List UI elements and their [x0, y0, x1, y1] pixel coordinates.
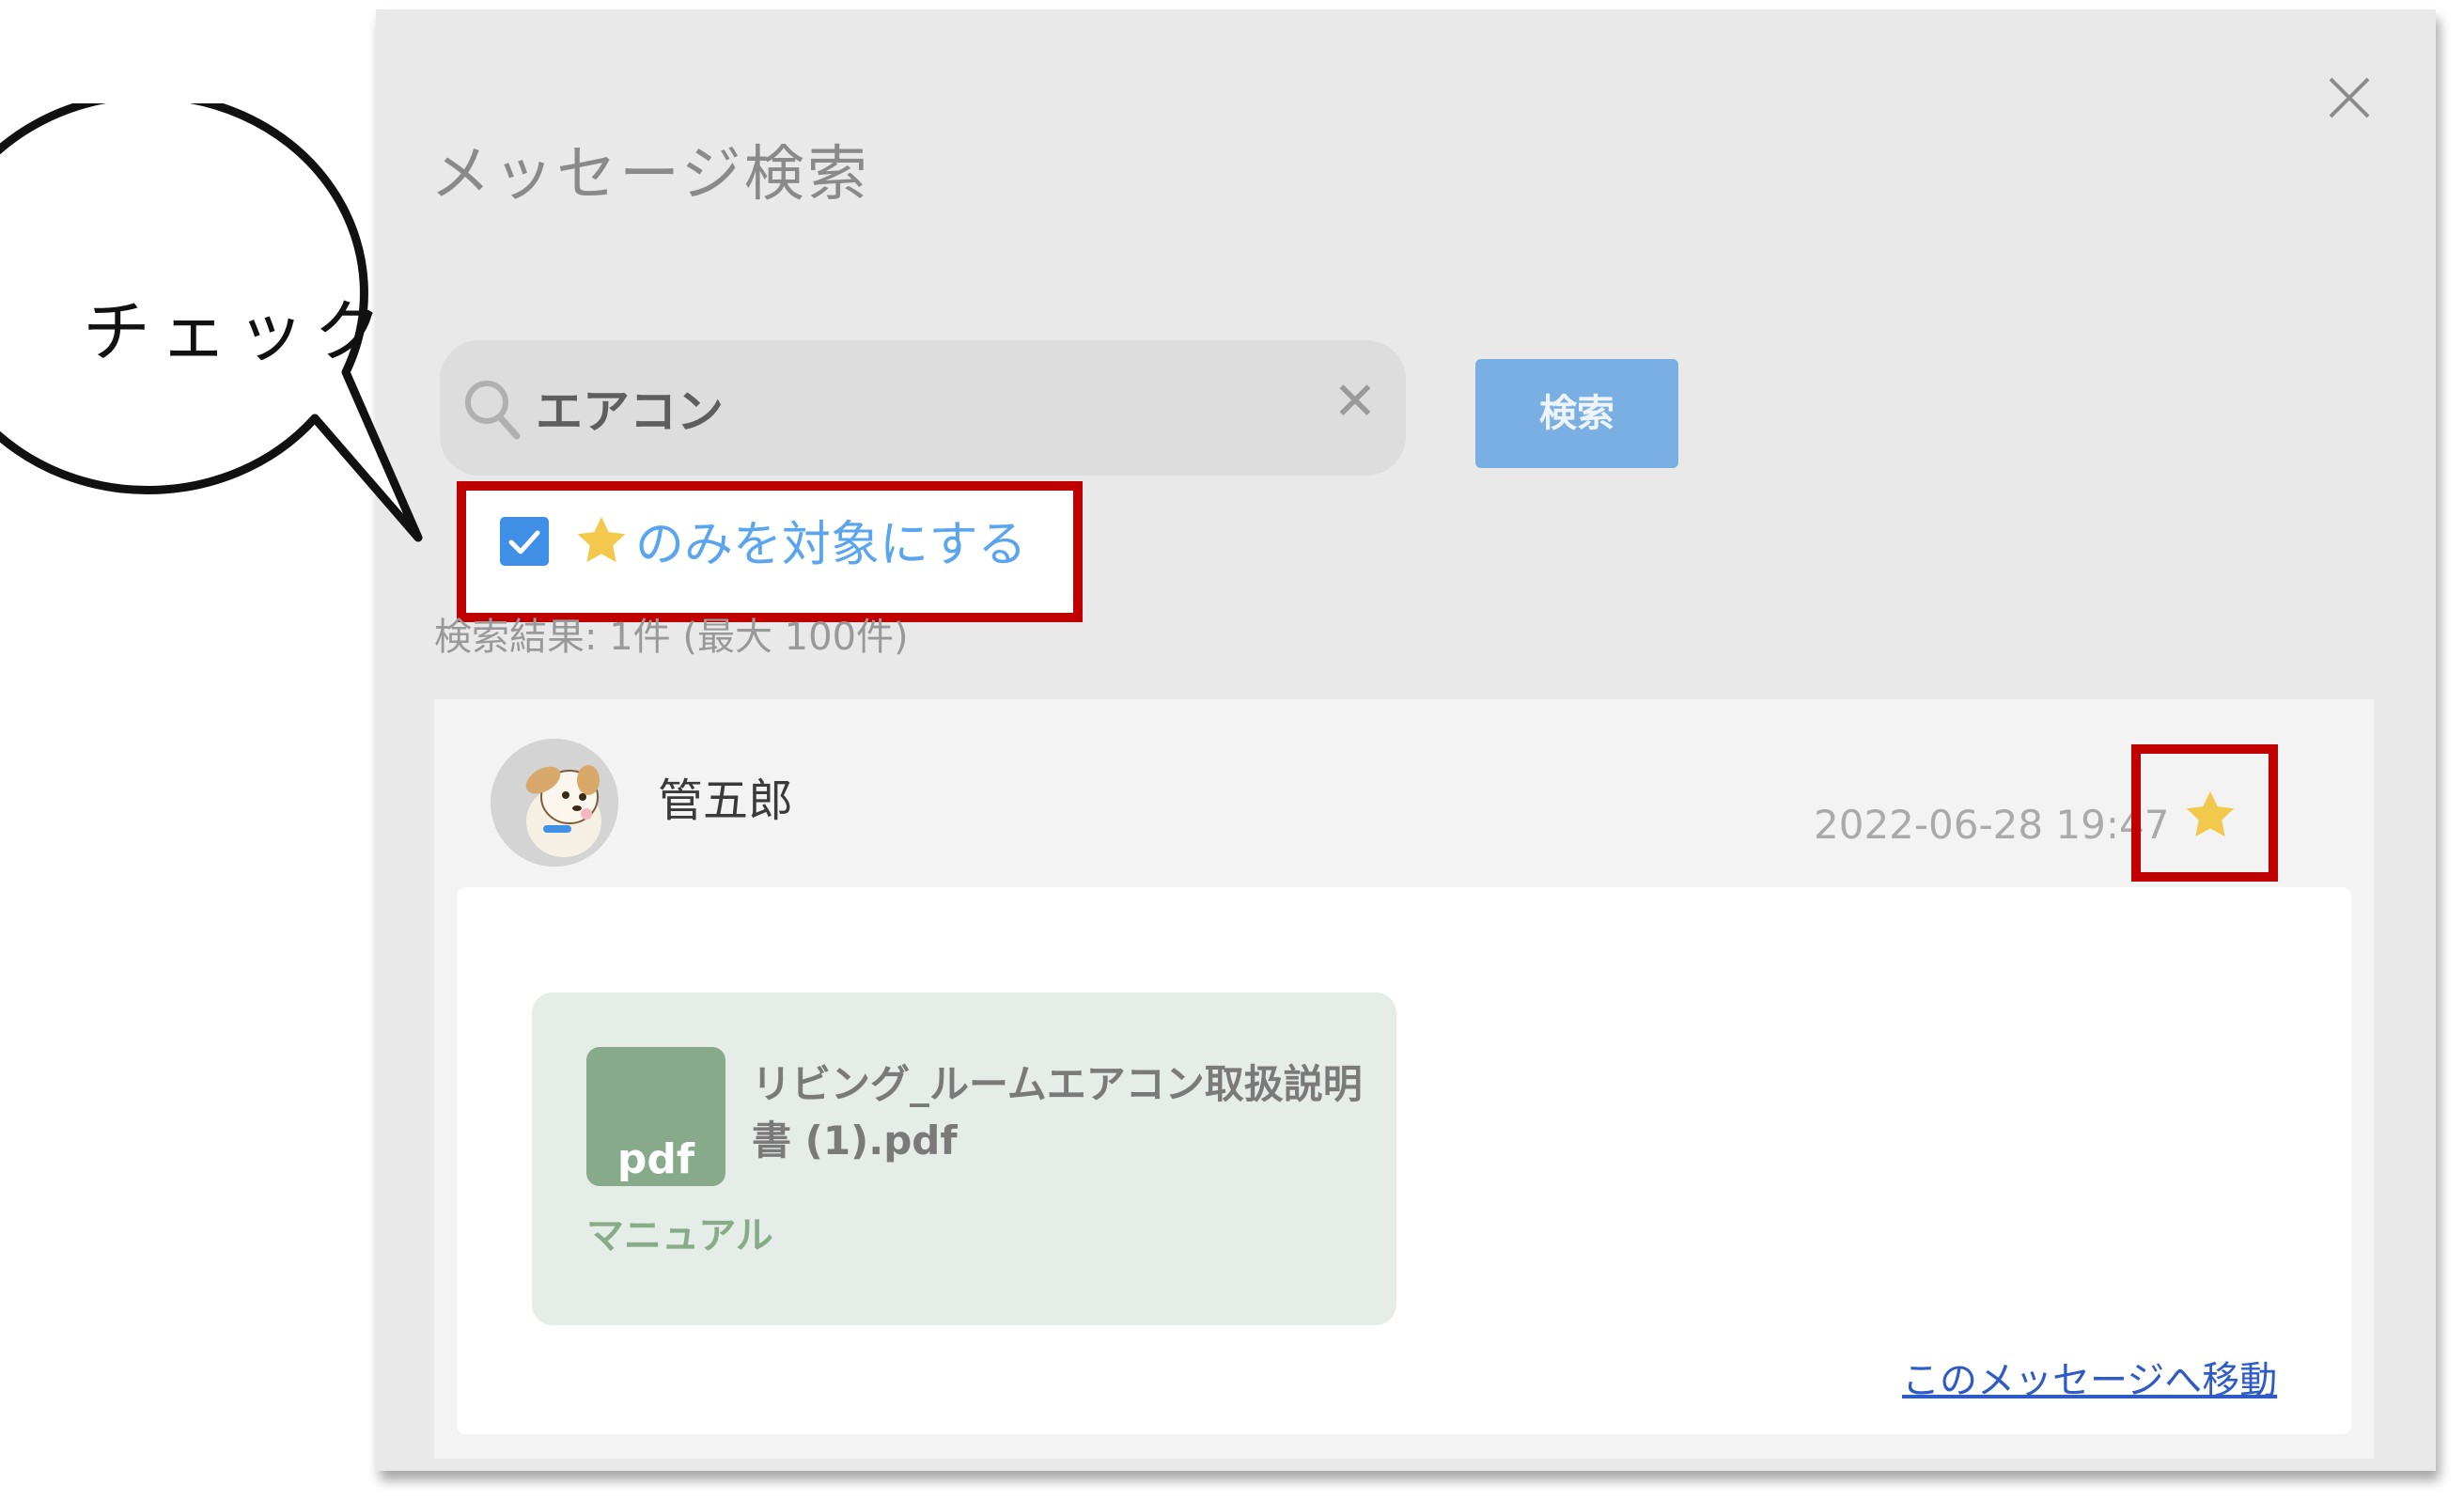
star-only-label[interactable]: のみを対象にする	[635, 511, 1027, 579]
dialog-title: メッセージ検索	[430, 140, 870, 210]
search-button[interactable]: 検索	[1475, 359, 1678, 468]
callout-text: チェック	[83, 292, 392, 371]
close-icon[interactable]	[2319, 68, 2379, 128]
star-icon	[571, 511, 632, 571]
checkmark-icon	[508, 530, 540, 555]
jump-to-message-link[interactable]: このメッセージへ移動	[1902, 1353, 2277, 1408]
star-only-checkbox[interactable]	[500, 517, 549, 566]
star-icon[interactable]	[2180, 786, 2240, 846]
search-icon	[462, 376, 522, 442]
clear-icon[interactable]: ✕	[1325, 372, 1385, 432]
message-timestamp: 2022-06-28 19:47	[1814, 802, 2170, 848]
search-input[interactable]	[536, 372, 1306, 444]
avatar	[491, 739, 618, 867]
file-name: リビング_ルームエアコン取扱説明書 (1).pdf	[752, 1061, 1363, 1164]
result-count: 検索結果: 1件 (最大 100件)	[434, 616, 909, 659]
file-type-label: pdf	[616, 1135, 695, 1183]
file-tag: マニュアル	[586, 1214, 773, 1258]
sender-name: 管五郎	[658, 774, 794, 827]
